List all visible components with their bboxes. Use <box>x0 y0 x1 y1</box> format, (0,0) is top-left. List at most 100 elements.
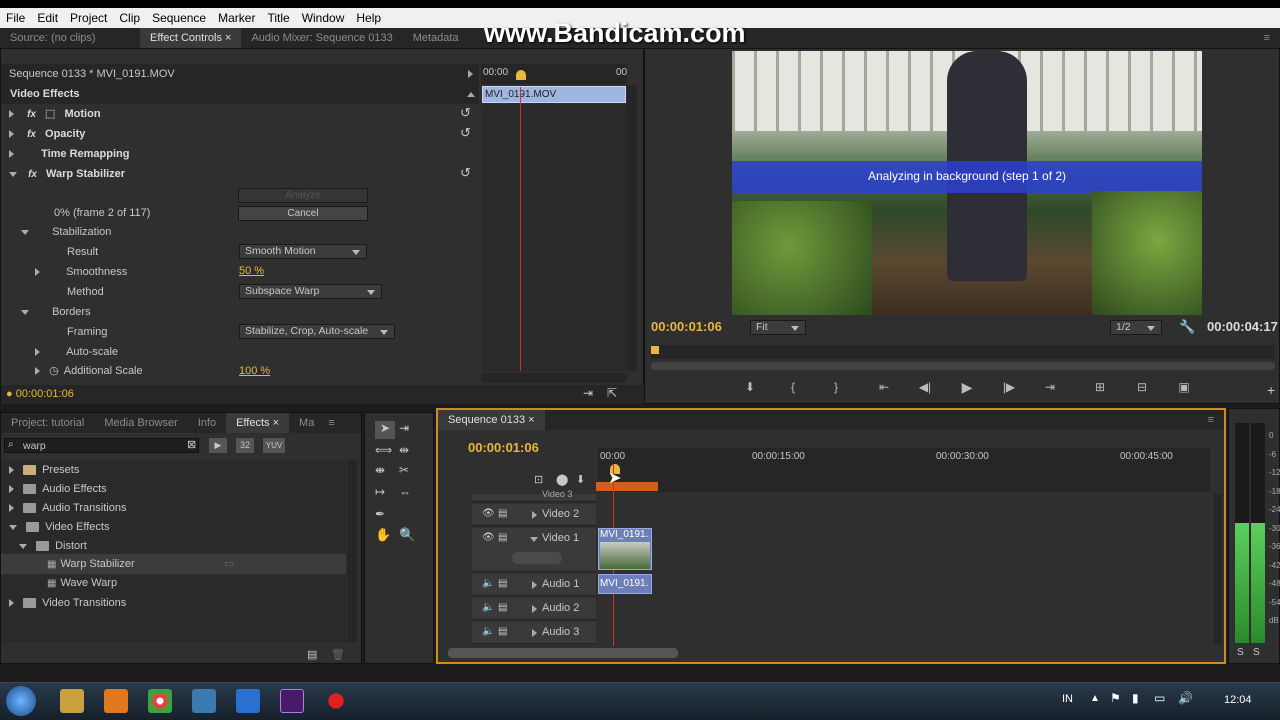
analyze-button[interactable]: Analyze <box>238 188 368 203</box>
track-video2[interactable]: 👁 ▤ Video 2 <box>472 504 596 526</box>
track-video1[interactable]: 👁 ▤ Video 1 <box>472 528 596 572</box>
motion-row[interactable]: fx ⬚ Motion <box>9 104 479 124</box>
snap-icon[interactable]: ⊡ <box>534 473 543 486</box>
expand-icon[interactable] <box>9 110 14 119</box>
playhead-marker-icon[interactable] <box>516 70 526 80</box>
expand-icon[interactable] <box>9 504 14 513</box>
add-marker-icon[interactable]: ⬤ <box>556 473 568 486</box>
timeline-horizontal-scrollbar[interactable] <box>448 648 678 658</box>
effects-search-input[interactable]: ⌕ warp ⊠ <box>4 438 199 453</box>
smoothness-row[interactable]: Smoothness <box>35 262 127 282</box>
speaker-icon[interactable]: 🔈 <box>482 626 494 637</box>
collapse-icon[interactable] <box>21 309 29 315</box>
menu-title[interactable]: Title <box>261 11 295 25</box>
close-icon[interactable]: × <box>273 417 279 429</box>
expand-icon[interactable] <box>35 268 40 277</box>
network-icon[interactable]: ▮ <box>1132 691 1139 705</box>
panel-menu-icon[interactable]: ≡ <box>1198 410 1224 430</box>
fx-icon[interactable]: fx <box>27 109 36 120</box>
resolution-dropdown[interactable]: 1/2 <box>1110 320 1162 335</box>
reset-icon[interactable]: ↺ <box>460 105 471 121</box>
expand-icon[interactable] <box>9 150 14 159</box>
ec-footer-timecode[interactable]: ● 00:00:01:06 <box>6 388 74 400</box>
tree-item-distort[interactable]: Distort <box>19 536 87 556</box>
expand-icon[interactable] <box>532 629 537 637</box>
timeline-timecode[interactable]: 00:00:01:06 <box>468 440 539 455</box>
zoom-dropdown[interactable]: Fit <box>750 320 806 335</box>
expand-icon[interactable] <box>9 466 14 475</box>
menu-window[interactable]: Window <box>296 11 351 25</box>
close-icon[interactable]: × <box>528 414 534 426</box>
mark-in-icon[interactable]: { <box>780 377 806 397</box>
language-indicator[interactable]: IN <box>1062 693 1073 705</box>
menu-file[interactable]: File <box>0 11 31 25</box>
expand-icon[interactable] <box>9 599 14 608</box>
clock[interactable]: 12:04 <box>1224 694 1252 706</box>
zoom-tool-icon[interactable]: 🔍 <box>399 527 415 543</box>
work-area-bar[interactable] <box>596 482 658 491</box>
eye-icon[interactable]: 👁 <box>482 532 495 543</box>
program-current-timecode[interactable]: 00:00:01:06 <box>651 319 722 334</box>
rolling-edit-tool-icon[interactable]: ⇹ <box>399 443 409 457</box>
expand-icon[interactable] <box>532 511 537 519</box>
expand-icon[interactable] <box>35 367 40 376</box>
solo-left-button[interactable]: S <box>1237 647 1244 658</box>
add-marker-icon[interactable]: ⬇ <box>737 377 763 397</box>
collapse-icon[interactable] <box>530 537 538 542</box>
result-dropdown[interactable]: Smooth Motion <box>239 244 367 259</box>
tab-sequence[interactable]: Sequence 0133 × <box>438 410 545 430</box>
menu-sequence[interactable]: Sequence <box>146 11 212 25</box>
ec-horizontal-scrollbar[interactable] <box>481 373 627 383</box>
tree-item-presets[interactable]: Presets <box>9 460 79 480</box>
audio-clip[interactable]: MVI_0191. <box>598 574 652 594</box>
method-dropdown[interactable]: Subspace Warp <box>239 284 382 299</box>
pen-tool-icon[interactable]: ✒ <box>375 507 385 521</box>
keyframe-nav-icon[interactable] <box>512 552 562 564</box>
start-button-icon[interactable] <box>6 686 36 716</box>
tab-metadata[interactable]: Metadata <box>403 28 469 48</box>
timeline-ruler[interactable]: 00:00 00:00:15:00 00:00:30:00 00:00:45:0… <box>596 448 1210 492</box>
program-time-ruler[interactable] <box>651 345 1275 359</box>
lift-icon[interactable]: ⊞ <box>1087 377 1113 397</box>
collapse-icon[interactable] <box>21 229 29 235</box>
lock-icon[interactable]: ▤ <box>498 532 507 543</box>
program-playhead-icon[interactable] <box>651 346 659 354</box>
track-audio3[interactable]: 🔈 ▤ Audio 3 <box>472 622 596 644</box>
play-clip-icon[interactable] <box>468 70 473 78</box>
tab-audio-mixer[interactable]: Audio Mixer: Sequence 0133 <box>241 28 402 48</box>
additional-scale-value[interactable]: 100 % <box>239 361 270 381</box>
menu-clip[interactable]: Clip <box>113 11 146 25</box>
program-video-frame[interactable]: Analyzing in background (step 1 of 2) <box>732 51 1202 315</box>
export-icon[interactable]: ⇱ <box>607 386 617 400</box>
tree-item-audio-effects[interactable]: Audio Effects <box>9 479 107 499</box>
program-zoom-scrollbar[interactable] <box>651 362 1275 370</box>
ec-scrollbar[interactable] <box>627 85 637 371</box>
track-audio2[interactable]: 🔈 ▤ Audio 2 <box>472 598 596 620</box>
lock-icon[interactable]: ▤ <box>498 578 507 589</box>
accelerated-effects-icon[interactable]: ▶ <box>209 438 227 453</box>
add-button-icon[interactable]: + <box>1267 382 1275 398</box>
collapse-up-icon[interactable] <box>467 92 475 97</box>
expand-icon[interactable] <box>35 348 40 357</box>
mini-timeline-ruler[interactable]: 00:00 00 <box>481 64 627 84</box>
hand-tool-icon[interactable]: ✋ <box>375 527 391 543</box>
track-audio1[interactable]: 🔈 ▤ Audio 1 <box>472 574 596 596</box>
framing-dropdown[interactable]: Stabilize, Crop, Auto-scale <box>239 324 395 339</box>
tree-item-video-transitions[interactable]: Video Transitions <box>9 593 126 613</box>
collapse-icon[interactable] <box>19 543 27 549</box>
effect-clip-bar[interactable]: MVI_0191.MOV <box>482 86 626 103</box>
play-audio-icon[interactable]: ⇥ <box>583 386 593 400</box>
stabilization-row[interactable]: Stabilization <box>21 222 111 242</box>
menu-edit[interactable]: Edit <box>31 11 64 25</box>
menu-project[interactable]: Project <box>64 11 113 25</box>
smoothness-value[interactable]: 50 % <box>239 261 264 281</box>
panel-menu-icon[interactable]: ≡ <box>1254 28 1280 48</box>
yuv-effects-icon[interactable]: YUV <box>263 438 285 453</box>
tab-source[interactable]: Source: (no clips) <box>0 28 140 48</box>
slip-tool-icon[interactable]: ↦ <box>375 485 385 499</box>
additional-scale-row[interactable]: ◷ Additional Scale <box>35 361 143 381</box>
speaker-icon[interactable]: 🔈 <box>482 578 494 589</box>
track-select-tool-icon[interactable]: ⇥ <box>399 421 409 435</box>
effects-scrollbar[interactable] <box>347 460 357 642</box>
eye-icon[interactable]: 👁 <box>482 508 495 519</box>
